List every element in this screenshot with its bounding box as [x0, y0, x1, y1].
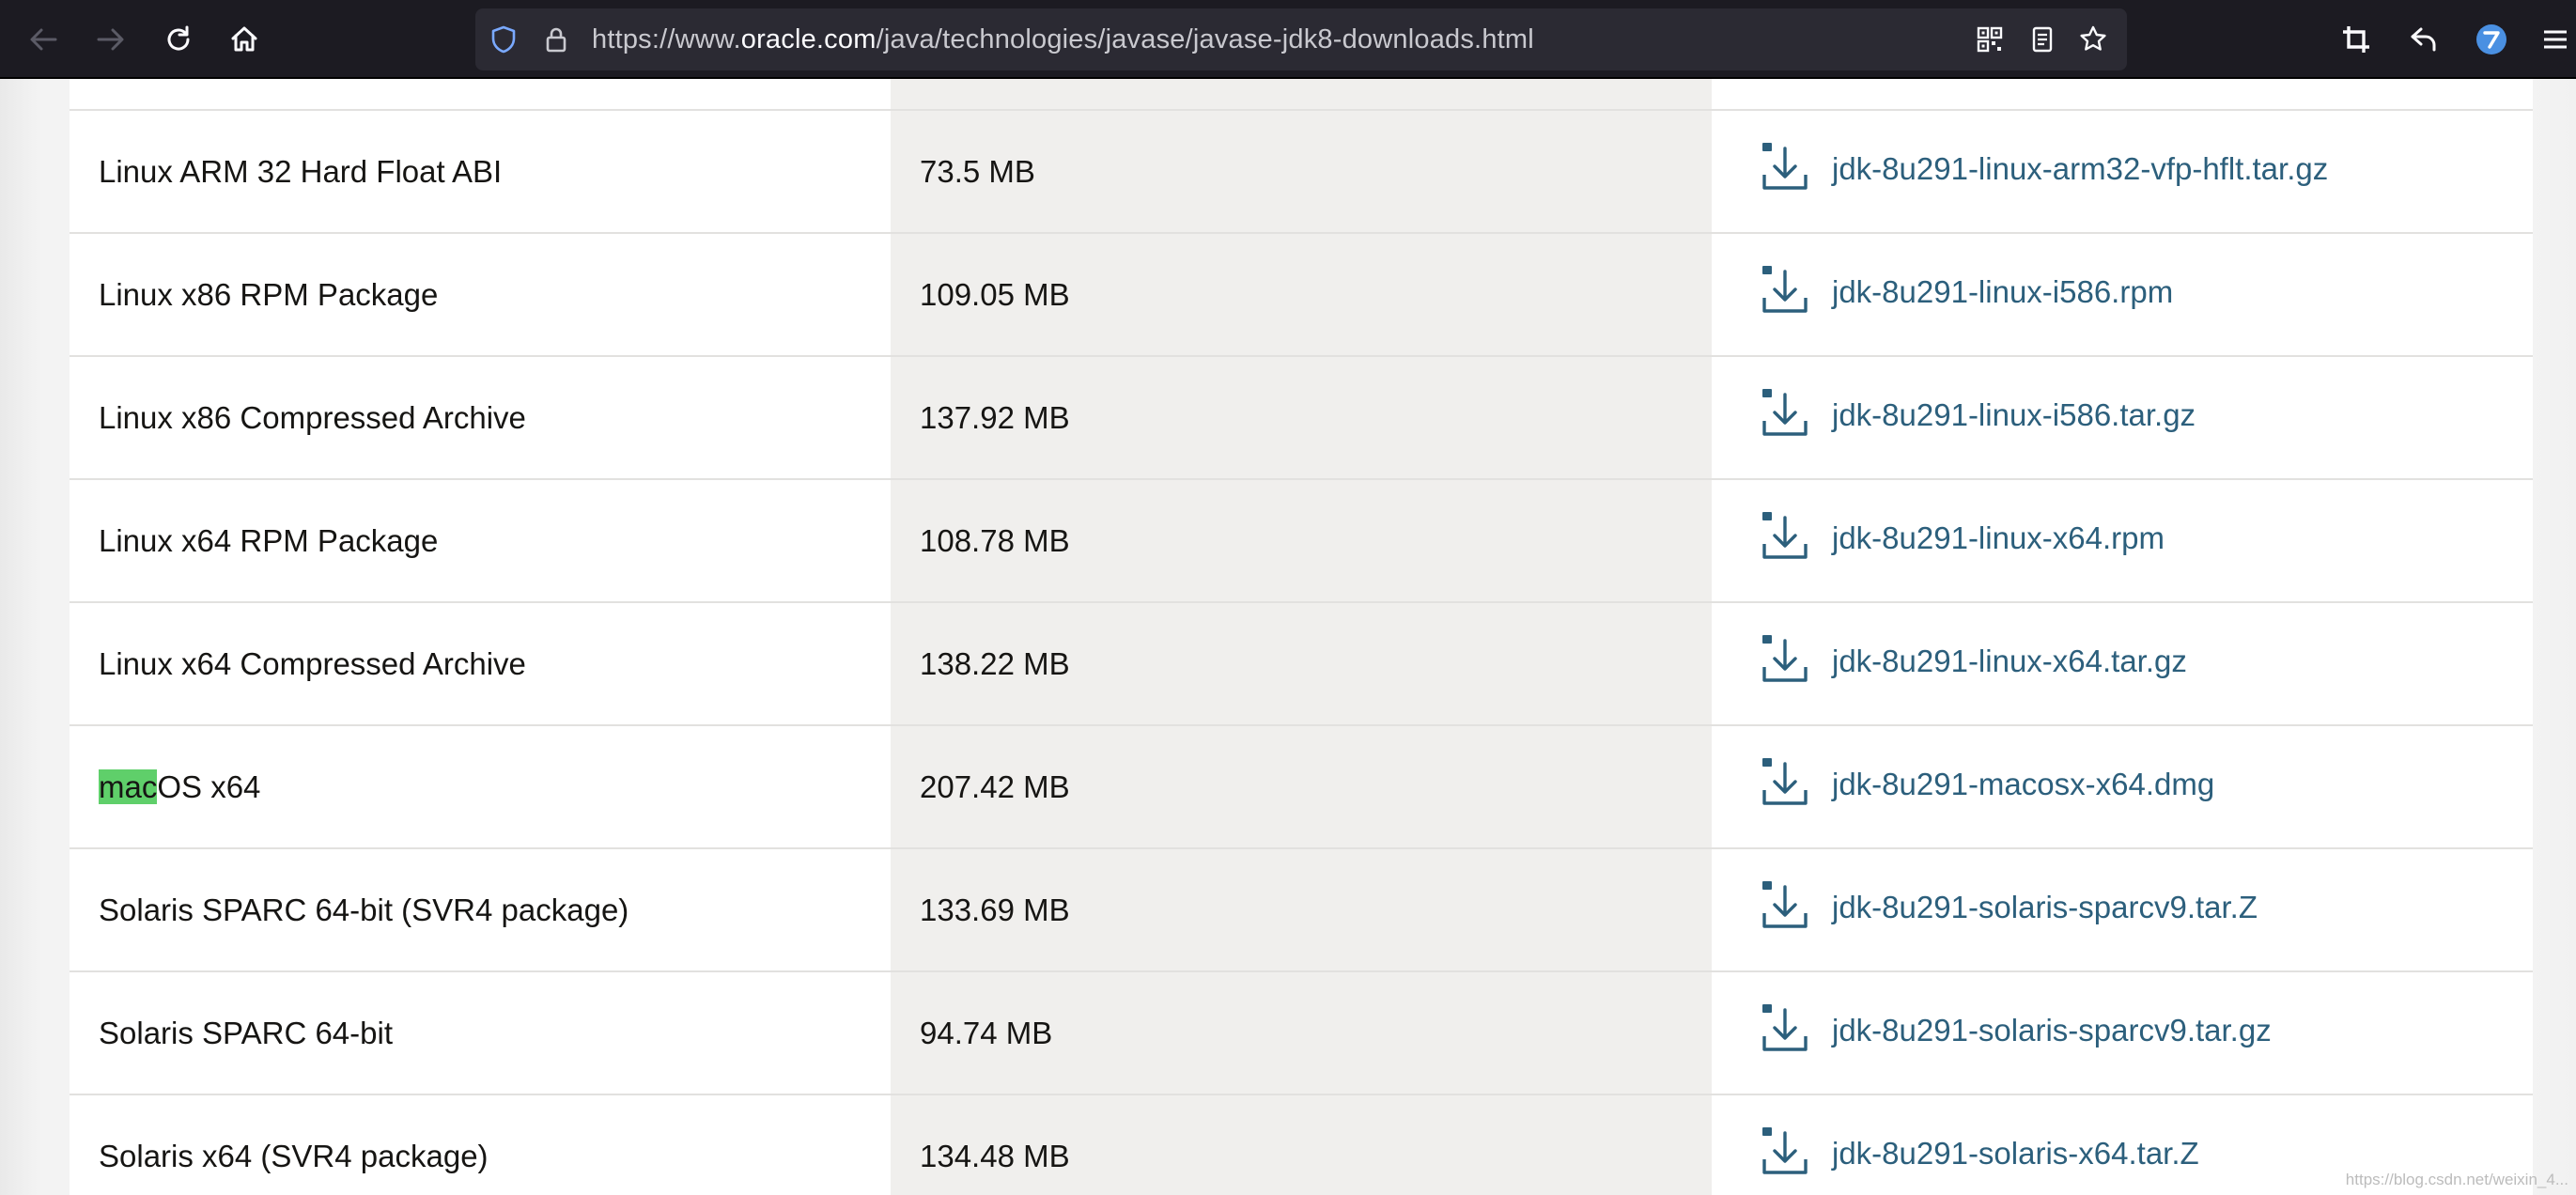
product-description: macOS x64	[99, 769, 261, 804]
reader-view-icon[interactable]	[2027, 24, 2057, 54]
download-icon[interactable]	[1759, 265, 1811, 318]
file-size: 94.74 MB	[920, 1016, 1053, 1050]
file-size: 138.22 MB	[920, 646, 1070, 681]
extension-button[interactable]	[2469, 17, 2514, 62]
hamburger-menu-icon	[2544, 30, 2567, 49]
extension-icon	[2476, 24, 2506, 54]
arrow-left-icon	[30, 28, 57, 51]
downloads-table: Linux ARM 32 Hard Float ABI 73.5 MB jdk-…	[70, 79, 2533, 1195]
download-link[interactable]: jdk-8u291-linux-i586.tar.gz	[1832, 397, 2196, 433]
menu-button[interactable]	[2537, 17, 2574, 62]
download-link[interactable]: jdk-8u291-macosx-x64.dmg	[1832, 767, 2214, 802]
product-description: Linux x86 Compressed Archive	[99, 400, 526, 435]
table-row: Solaris SPARC 64-bit (SVR4 package) 133.…	[70, 847, 2533, 970]
browser-toolbar: https://www.oracle.com/java/technologies…	[0, 0, 2576, 79]
bookmark-star-icon[interactable]	[2078, 24, 2108, 54]
download-link[interactable]: jdk-8u291-linux-x64.tar.gz	[1832, 644, 2187, 679]
product-description: Solaris SPARC 64-bit (SVR4 package)	[99, 892, 629, 927]
download-icon[interactable]	[1759, 388, 1811, 442]
table-row: Solaris SPARC 64-bit 94.74 MB jdk-8u291-…	[70, 970, 2533, 1094]
product-description: Solaris x64 (SVR4 package)	[99, 1139, 489, 1173]
table-row: Linux x86 Compressed Archive 137.92 MB j…	[70, 355, 2533, 478]
undo-button[interactable]	[2401, 17, 2446, 62]
file-size: 73.5 MB	[920, 154, 1035, 189]
download-link[interactable]: jdk-8u291-solaris-sparcv9.tar.gz	[1832, 1013, 2272, 1048]
reload-button[interactable]	[156, 17, 201, 62]
download-link[interactable]: jdk-8u291-linux-x64.rpm	[1832, 520, 2165, 556]
table-row: Linux ARM 32 Hard Float ABI 73.5 MB jdk-…	[70, 109, 2533, 232]
file-size: 133.69 MB	[920, 892, 1070, 927]
download-link[interactable]: jdk-8u291-linux-arm32-vfp-hflt.tar.gz	[1832, 151, 2328, 187]
qr-code-icon[interactable]	[1975, 24, 2005, 54]
back-button[interactable]	[21, 17, 66, 62]
download-icon[interactable]	[1759, 880, 1811, 934]
download-link[interactable]: jdk-8u291-solaris-sparcv9.tar.Z	[1832, 890, 2258, 925]
file-size: 137.92 MB	[920, 400, 1070, 435]
product-description: Linux ARM 32 Hard Float ABI	[99, 154, 503, 189]
file-size: 207.42 MB	[920, 769, 1070, 804]
product-description: Linux x64 Compressed Archive	[99, 646, 526, 681]
home-button[interactable]	[222, 17, 267, 62]
undo-arrow-icon	[2411, 27, 2436, 52]
download-icon[interactable]	[1759, 1126, 1811, 1180]
file-size: 134.48 MB	[920, 1139, 1070, 1173]
product-description: Linux x86 RPM Package	[99, 277, 439, 312]
file-size: 108.78 MB	[920, 523, 1070, 558]
download-icon[interactable]	[1759, 757, 1811, 811]
product-description: Linux x64 RPM Package	[99, 523, 439, 558]
file-size: 109.05 MB	[920, 277, 1070, 312]
download-icon[interactable]	[1759, 1003, 1811, 1057]
home-icon	[231, 26, 257, 52]
product-description: Solaris SPARC 64-bit	[99, 1016, 394, 1050]
crop-icon	[2343, 26, 2369, 53]
screenshot-button[interactable]	[2334, 17, 2379, 62]
find-highlight: mac	[99, 769, 158, 804]
arrow-right-icon	[97, 28, 124, 51]
table-row: macOS x64 207.42 MB jdk-8u291-macosx-x64…	[70, 724, 2533, 847]
table-row: Linux x64 Compressed Archive 138.22 MB j…	[70, 601, 2533, 724]
download-link[interactable]: jdk-8u291-solaris-x64.tar.Z	[1832, 1136, 2199, 1172]
lock-icon[interactable]	[541, 24, 571, 54]
download-icon[interactable]	[1759, 634, 1811, 688]
forward-button[interactable]	[88, 17, 133, 62]
download-icon[interactable]	[1759, 142, 1811, 195]
table-row: Linux x86 RPM Package 109.05 MB jdk-8u29…	[70, 232, 2533, 355]
watermark: https://blog.csdn.net/weixin_4...	[2345, 1171, 2568, 1188]
url-text[interactable]: https://www.oracle.com/java/technologies…	[592, 8, 1534, 70]
shield-icon[interactable]	[489, 24, 519, 54]
table-row: Solaris x64 (SVR4 package) 134.48 MB jdk…	[70, 1094, 2533, 1195]
download-icon[interactable]	[1759, 511, 1811, 565]
page-content: Linux ARM 32 Hard Float ABI 73.5 MB jdk-…	[0, 79, 2576, 1195]
download-link[interactable]: jdk-8u291-linux-i586.rpm	[1832, 274, 2173, 310]
table-row: Linux x64 RPM Package 108.78 MB jdk-8u29…	[70, 478, 2533, 601]
reload-icon	[167, 25, 190, 51]
url-bar[interactable]: https://www.oracle.com/java/technologies…	[475, 8, 2127, 70]
